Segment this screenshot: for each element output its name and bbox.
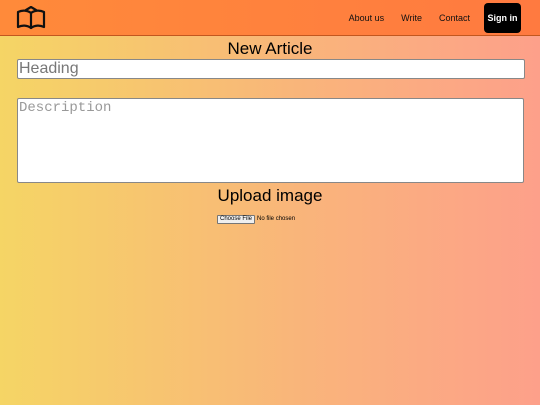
navbar: About us Write Contact Sign in (0, 0, 540, 36)
nav-links: About us Write Contact Sign in (332, 3, 521, 33)
file-upload: Choose File No file chosen (217, 214, 295, 224)
description-textarea[interactable] (17, 98, 524, 183)
signin-button[interactable]: Sign in (484, 3, 521, 33)
choose-file-button[interactable]: Choose File (217, 214, 256, 224)
page-title: New Article (227, 39, 313, 58)
nav-link-write[interactable]: Write (401, 13, 422, 23)
nav-link-about[interactable]: About us (349, 13, 385, 23)
upload-image-title: Upload image (217, 186, 323, 205)
nav-link-contact[interactable]: Contact (439, 13, 470, 23)
open-book-icon[interactable] (16, 5, 46, 30)
heading-input[interactable] (17, 59, 525, 79)
file-status: No file chosen (257, 216, 296, 222)
